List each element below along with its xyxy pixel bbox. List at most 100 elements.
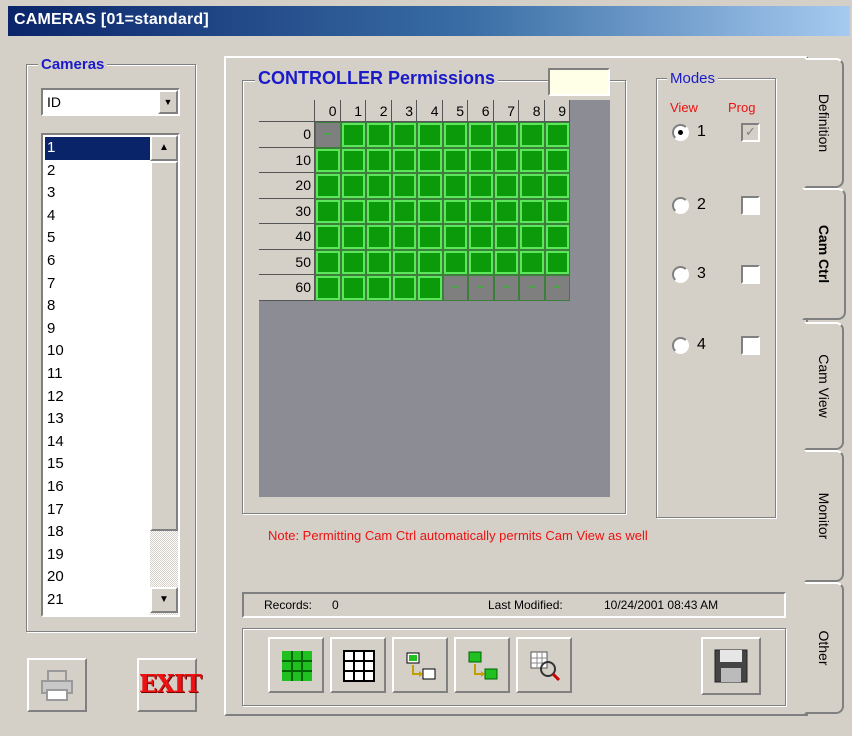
- print-button[interactable]: [27, 658, 87, 712]
- grid-row-header[interactable]: 30: [259, 198, 315, 224]
- grid-row-header[interactable]: 10: [259, 147, 315, 173]
- permission-cell-granted[interactable]: [392, 148, 416, 172]
- scroll-down-icon[interactable]: ▼: [150, 587, 178, 613]
- camera-list-item[interactable]: 12: [45, 386, 150, 409]
- permission-cell-granted[interactable]: [443, 199, 467, 223]
- permission-cell-granted[interactable]: [316, 250, 340, 274]
- permission-cell-denied[interactable]: –: [494, 276, 518, 300]
- permission-cell-granted[interactable]: [469, 199, 493, 223]
- permission-cell-granted[interactable]: [367, 199, 391, 223]
- permissions-grid[interactable]: 0 1 2 3 4 5 6 7 8 9 0–10 20 30 40 50 60– – – – –: [259, 100, 610, 497]
- controller-field[interactable]: [548, 68, 610, 96]
- permission-cell-granted[interactable]: [494, 148, 518, 172]
- permission-cell-granted[interactable]: [469, 174, 493, 198]
- tab-cam-ctrl[interactable]: Cam Ctrl: [802, 188, 846, 320]
- permission-cell-granted[interactable]: [494, 199, 518, 223]
- permission-cell-granted[interactable]: [341, 276, 365, 300]
- permission-cell-granted[interactable]: [392, 174, 416, 198]
- camera-list-scrollbar[interactable]: ▲ ▼: [150, 135, 178, 615]
- permission-cell-granted[interactable]: [520, 250, 544, 274]
- permission-cell-granted[interactable]: [469, 250, 493, 274]
- permission-cell-granted[interactable]: [418, 123, 442, 147]
- chevron-down-icon[interactable]: ▼: [158, 90, 178, 114]
- permission-cell-denied[interactable]: –: [469, 276, 493, 300]
- permission-cell-granted[interactable]: [418, 148, 442, 172]
- permission-cell-granted[interactable]: [494, 174, 518, 198]
- camera-list-item[interactable]: 5: [45, 227, 150, 250]
- grid-row-header[interactable]: 60: [259, 275, 315, 301]
- grid-col-header[interactable]: 4: [417, 100, 443, 122]
- permission-cell-granted[interactable]: [443, 123, 467, 147]
- camera-list-item[interactable]: 7: [45, 273, 150, 296]
- camera-list-item[interactable]: 1: [45, 137, 150, 160]
- scroll-thumb[interactable]: [150, 161, 178, 531]
- permission-cell-granted[interactable]: [520, 174, 544, 198]
- tab-monitor[interactable]: Monitor: [804, 450, 844, 582]
- permission-cell-granted[interactable]: [316, 148, 340, 172]
- permission-cell-granted[interactable]: [367, 276, 391, 300]
- grid-row-header[interactable]: 20: [259, 173, 315, 199]
- tab-cam-view[interactable]: Cam View: [804, 322, 844, 450]
- permission-cell-granted[interactable]: [316, 199, 340, 223]
- permission-cell-granted[interactable]: [520, 225, 544, 249]
- permission-cell-granted[interactable]: [367, 250, 391, 274]
- permission-cell-granted[interactable]: [469, 225, 493, 249]
- permission-cell-granted[interactable]: [443, 225, 467, 249]
- permission-cell-granted[interactable]: [520, 199, 544, 223]
- permission-cell-granted[interactable]: [367, 174, 391, 198]
- permission-cell-granted[interactable]: [341, 174, 365, 198]
- copy-filled-button[interactable]: [454, 637, 510, 693]
- permission-cell-granted[interactable]: [545, 199, 569, 223]
- camera-list-item[interactable]: 14: [45, 431, 150, 454]
- permission-cell-granted[interactable]: [341, 225, 365, 249]
- permission-cell-granted[interactable]: [469, 148, 493, 172]
- camera-list-item[interactable]: 9: [45, 318, 150, 341]
- select-all-button[interactable]: [268, 637, 324, 693]
- permission-cell-granted[interactable]: [545, 174, 569, 198]
- camera-list-item[interactable]: 20: [45, 566, 150, 589]
- permission-cell-granted[interactable]: [392, 276, 416, 300]
- permission-cell-granted[interactable]: [418, 250, 442, 274]
- scroll-up-icon[interactable]: ▲: [150, 135, 178, 161]
- mode-1-view-radio[interactable]: [672, 124, 689, 141]
- mode-3-prog-checkbox[interactable]: [741, 265, 760, 284]
- permission-cell-granted[interactable]: [316, 174, 340, 198]
- sort-combo[interactable]: ID ▼: [41, 88, 180, 116]
- exit-button[interactable]: EXIT: [137, 658, 202, 712]
- mode-4-prog-checkbox[interactable]: [741, 336, 760, 355]
- permission-cell-granted[interactable]: [545, 225, 569, 249]
- permission-cell-granted[interactable]: [367, 225, 391, 249]
- grid-col-header[interactable]: 2: [366, 100, 392, 122]
- grid-col-header[interactable]: 9: [544, 100, 570, 122]
- grid-col-header[interactable]: 0: [315, 100, 341, 122]
- camera-list-item[interactable]: 4: [45, 205, 150, 228]
- camera-list-item[interactable]: 11: [45, 363, 150, 386]
- clear-all-button[interactable]: [330, 637, 386, 693]
- permission-cell-granted[interactable]: [443, 148, 467, 172]
- camera-list-item[interactable]: 18: [45, 521, 150, 544]
- permission-cell-denied[interactable]: –: [443, 276, 467, 300]
- save-button[interactable]: [701, 637, 761, 695]
- permission-cell-granted[interactable]: [520, 123, 544, 147]
- camera-list-item[interactable]: 10: [45, 340, 150, 363]
- permission-cell-granted[interactable]: [316, 276, 340, 300]
- camera-list-item[interactable]: 15: [45, 453, 150, 476]
- permission-cell-granted[interactable]: [443, 250, 467, 274]
- permission-cell-granted[interactable]: [545, 123, 569, 147]
- permission-cell-granted[interactable]: [443, 174, 467, 198]
- camera-list-item[interactable]: 19: [45, 544, 150, 567]
- permission-cell-granted[interactable]: [545, 148, 569, 172]
- permission-cell-granted[interactable]: [367, 148, 391, 172]
- permission-cell-granted[interactable]: [392, 123, 416, 147]
- mode-1-prog-checkbox[interactable]: ✓: [741, 123, 760, 142]
- grid-row-header[interactable]: 40: [259, 224, 315, 250]
- permission-cell-granted[interactable]: [418, 276, 442, 300]
- find-button[interactable]: [516, 637, 572, 693]
- grid-col-header[interactable]: 3: [391, 100, 417, 122]
- permission-cell-granted[interactable]: [392, 250, 416, 274]
- tab-definition[interactable]: Definition: [804, 58, 844, 188]
- grid-col-header[interactable]: 8: [519, 100, 545, 122]
- permission-cell-granted[interactable]: [341, 250, 365, 274]
- camera-list-item[interactable]: 16: [45, 476, 150, 499]
- permission-cell-granted[interactable]: [418, 225, 442, 249]
